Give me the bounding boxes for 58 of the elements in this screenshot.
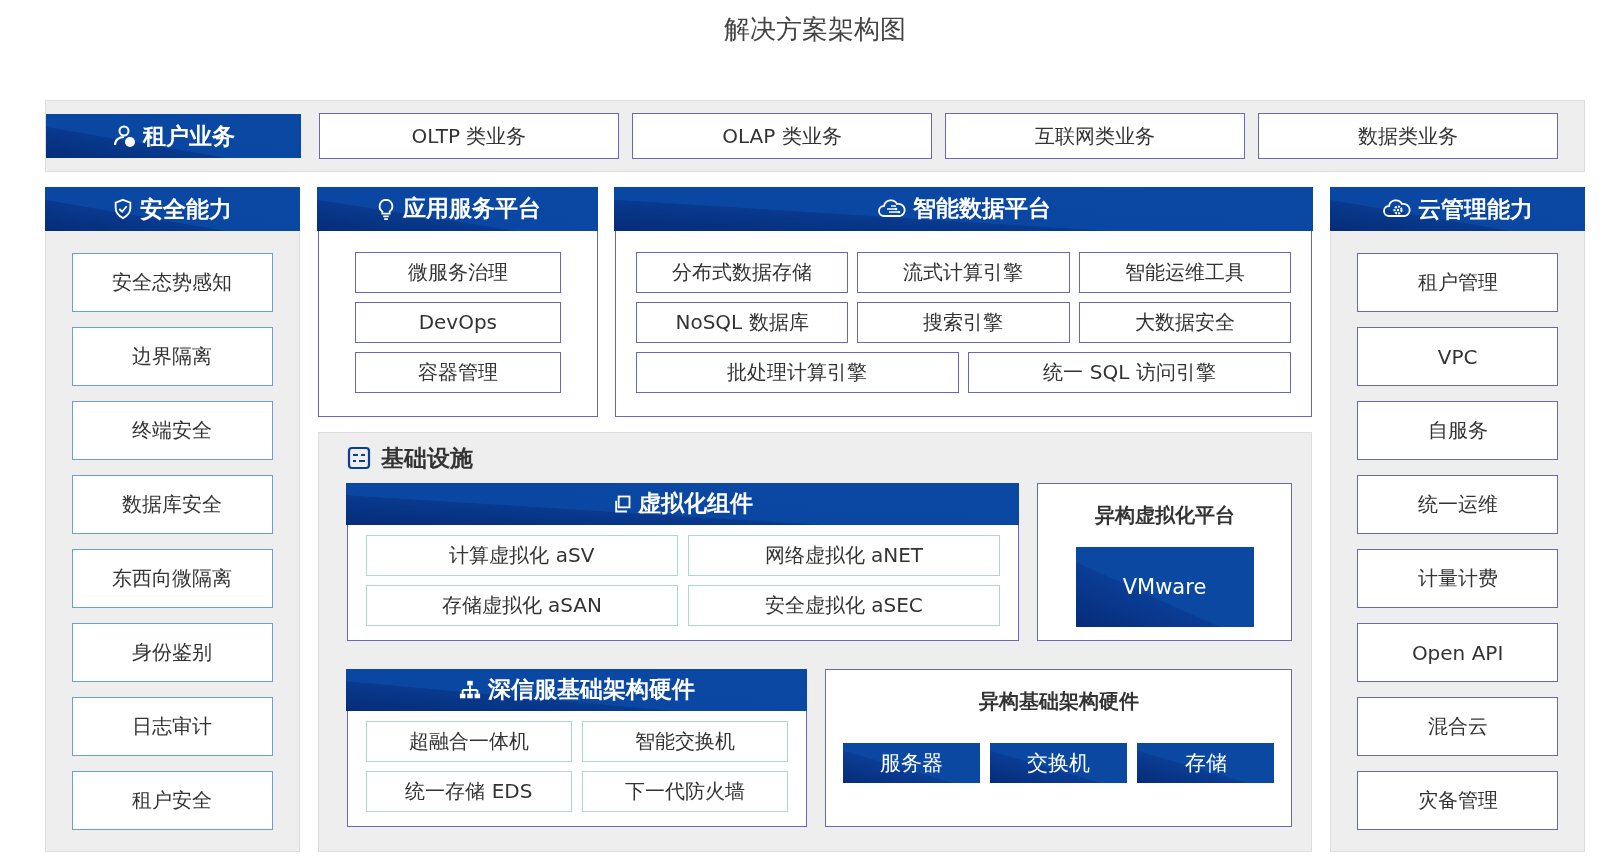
security-item: 安全态势感知 xyxy=(72,253,273,312)
hardware-title: 深信服基础架构硬件 xyxy=(488,675,696,704)
security-item: 边界隔离 xyxy=(72,327,273,386)
security-title: 安全能力 xyxy=(140,194,233,224)
cloud-management-item: 计量计费 xyxy=(1357,549,1558,608)
cloud-management-item: VPC xyxy=(1357,327,1558,386)
data-platform-item: 批处理计算引擎 xyxy=(635,351,959,393)
hetero-hardware-title: 异构基础架构硬件 xyxy=(978,688,1139,715)
tenant-header-title: 租户业务 xyxy=(142,121,235,151)
hardware-item: 超融合一体机 xyxy=(365,720,572,762)
app-service-item: DevOps xyxy=(354,301,561,343)
cloud-management-item: 灾备管理 xyxy=(1357,771,1558,830)
business-type-box: 互联网类业务 xyxy=(945,113,1245,159)
app-service-item: 微服务治理 xyxy=(354,251,561,293)
app-platform-title: 应用服务平台 xyxy=(402,194,541,223)
platform-block: VMware xyxy=(1075,547,1254,627)
cloud-management-item: 自服务 xyxy=(1357,401,1558,460)
hardware-block: 交换机 xyxy=(990,743,1127,783)
infrastructure-title: 基础设施 xyxy=(380,443,473,473)
hardware-block: 存储 xyxy=(1137,743,1274,783)
hetero-virtualization-title: 异构虚拟化平台 xyxy=(1094,502,1235,529)
security-item: 东西向微隔离 xyxy=(72,549,273,608)
virtualization-title: 虚拟化组件 xyxy=(638,489,754,518)
data-platform-item: 统一 SQL 访问引擎 xyxy=(968,351,1292,393)
hardware-item: 统一存储 EDS xyxy=(365,770,572,812)
security-item: 数据库安全 xyxy=(72,475,273,534)
business-type-box: OLAP 类业务 xyxy=(632,113,932,159)
cloud-management-item: 统一运维 xyxy=(1357,475,1558,534)
data-platform-item: 流式计算引擎 xyxy=(857,251,1070,293)
virtualization-item: 计算虚拟化 aSV xyxy=(365,534,678,576)
hierarchy-icon xyxy=(458,678,483,701)
layers-icon xyxy=(612,493,633,514)
virtualization-item: 存储虚拟化 aSAN xyxy=(365,584,678,626)
data-platform-item: 大数据安全 xyxy=(1078,301,1292,343)
security-item: 日志审计 xyxy=(72,697,273,756)
data-platform-item: NoSQL 数据库 xyxy=(635,301,849,343)
hardware-block: 服务器 xyxy=(843,743,980,783)
diagram-title: 解决方案架构图 xyxy=(723,13,907,46)
cloud-management-title: 云管理能力 xyxy=(1418,194,1534,224)
data-platform-item: 分布式数据存储 xyxy=(635,251,849,293)
data-platform-title: 智能数据平台 xyxy=(912,194,1051,223)
business-type-box: OLTP 类业务 xyxy=(319,113,619,159)
data-platform-item: 搜索引擎 xyxy=(857,301,1070,343)
security-item: 身份鉴别 xyxy=(72,623,273,682)
hardware-item: 智能交换机 xyxy=(581,720,788,762)
app-service-item: 容器管理 xyxy=(354,351,561,393)
security-item: 租户安全 xyxy=(72,771,273,830)
cloud-management-item: 租户管理 xyxy=(1357,253,1558,312)
list-icon xyxy=(346,446,371,470)
data-platform-item: 智能运维工具 xyxy=(1078,251,1292,293)
security-item: 终端安全 xyxy=(72,401,273,460)
cloud-management-item: 混合云 xyxy=(1357,697,1558,756)
virtualization-item: 网络虚拟化 aNET xyxy=(687,534,1000,576)
virtualization-item: 安全虚拟化 aSEC xyxy=(687,584,1000,626)
hardware-item: 下一代防火墙 xyxy=(581,770,788,812)
user-icon xyxy=(112,124,137,148)
cloud-management-item: Open API xyxy=(1357,623,1558,682)
business-type-box: 数据类业务 xyxy=(1258,113,1558,159)
